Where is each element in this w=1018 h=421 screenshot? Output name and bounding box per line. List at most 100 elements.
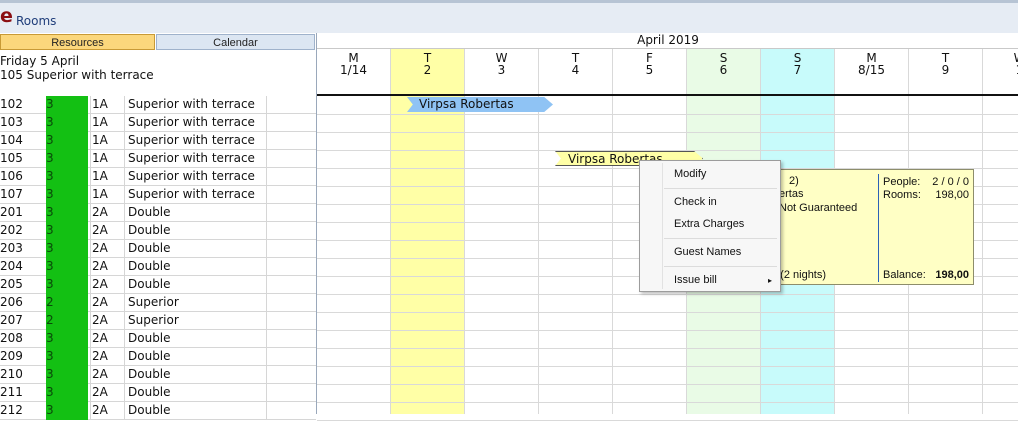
room-status: 3 bbox=[46, 168, 88, 186]
menu-separator bbox=[664, 188, 777, 189]
room-type: Double bbox=[124, 276, 267, 294]
room-row[interactable]: 207 2 2A Superior bbox=[0, 312, 316, 330]
menu-separator bbox=[664, 238, 777, 239]
room-type: Double bbox=[124, 402, 267, 420]
tab-calendar[interactable]: Calendar bbox=[156, 34, 315, 50]
room-code: 1A bbox=[90, 150, 126, 168]
menu-item-extra-charges[interactable]: Extra Charges bbox=[674, 218, 744, 230]
menu-item-guest-names[interactable]: Guest Names bbox=[674, 246, 741, 258]
room-type: Superior bbox=[124, 294, 267, 312]
room-number: 211 bbox=[0, 385, 23, 399]
day-number: 6 bbox=[719, 63, 728, 77]
room-number: 103 bbox=[0, 115, 23, 129]
room-type: Superior with terrace bbox=[124, 186, 267, 204]
room-code: 2A bbox=[90, 258, 126, 276]
room-code: 2A bbox=[90, 222, 126, 240]
menu-item-modify[interactable]: Modify bbox=[674, 168, 706, 180]
room-row[interactable]: 205 3 2A Double bbox=[0, 276, 316, 294]
day-number: 1/14 bbox=[340, 63, 367, 77]
grid-row-line bbox=[317, 132, 1018, 133]
room-code: 2A bbox=[90, 402, 126, 420]
grid-row-line bbox=[317, 312, 1018, 313]
room-row[interactable]: 210 3 2A Double bbox=[0, 366, 316, 384]
day-column[interactable]: W1 bbox=[983, 49, 1018, 414]
room-code: 1A bbox=[90, 114, 126, 132]
day-number: 5 bbox=[645, 63, 654, 77]
grid-row-line bbox=[317, 366, 1018, 367]
context-menu: Modify Check in Extra Charges Guest Name… bbox=[639, 160, 781, 292]
day-number: 3 bbox=[497, 63, 506, 77]
room-status: 3 bbox=[46, 132, 88, 150]
room-number: 107 bbox=[0, 187, 23, 201]
room-row[interactable]: 203 3 2A Double bbox=[0, 240, 316, 258]
booking-bar[interactable]: Virpsa Robertas bbox=[407, 97, 553, 112]
room-row[interactable]: 105 3 1A Superior with terrace bbox=[0, 150, 316, 168]
day-number: 1 bbox=[983, 63, 1018, 77]
tab-resources[interactable]: Resources bbox=[0, 34, 155, 50]
room-number: 201 bbox=[0, 205, 23, 219]
rooms-value: 198,00 bbox=[935, 189, 969, 201]
room-row[interactable]: 103 3 1A Superior with terrace bbox=[0, 114, 316, 132]
room-type: Double bbox=[124, 222, 267, 240]
room-type: Double bbox=[124, 258, 267, 276]
room-code: 2A bbox=[90, 384, 126, 402]
header-separator bbox=[317, 94, 1018, 96]
people-value: 2 / 0 / 0 bbox=[932, 176, 969, 188]
room-row[interactable]: 102 3 1A Superior with terrace bbox=[0, 96, 316, 114]
room-status: 3 bbox=[46, 114, 88, 132]
room-row[interactable]: 208 3 2A Double bbox=[0, 330, 316, 348]
room-row[interactable]: 204 3 2A Double bbox=[0, 258, 316, 276]
room-row[interactable]: 202 3 2A Double bbox=[0, 222, 316, 240]
window-titlebar: e Rooms bbox=[0, 0, 1018, 33]
room-code: 1A bbox=[90, 186, 126, 204]
room-type: Double bbox=[124, 204, 267, 222]
room-row[interactable]: 206 2 2A Superior bbox=[0, 294, 316, 312]
room-type: Superior bbox=[124, 312, 267, 330]
room-row[interactable]: 212 3 2A Double bbox=[0, 402, 316, 420]
room-type: Double bbox=[124, 348, 267, 366]
day-column[interactable]: M 1/14 bbox=[317, 49, 391, 414]
room-status: 3 bbox=[46, 402, 88, 420]
window-title: Rooms bbox=[16, 14, 57, 28]
room-status: 2 bbox=[46, 312, 88, 330]
booking-info-popup: 2) ertas Not Guaranteed 5 (2 nights) Peo… bbox=[771, 169, 974, 285]
room-row[interactable]: 106 3 1A Superior with terrace bbox=[0, 168, 316, 186]
room-status: 3 bbox=[46, 366, 88, 384]
menu-item-issue-bill[interactable]: Issue bill bbox=[674, 274, 717, 286]
month-header: April 2019 bbox=[317, 33, 1018, 49]
day-number: 4 bbox=[571, 63, 580, 77]
room-status: 3 bbox=[46, 258, 88, 276]
menu-separator bbox=[664, 266, 777, 267]
room-status: 3 bbox=[46, 186, 88, 204]
app-logo: e bbox=[0, 5, 13, 27]
grid-row-line bbox=[317, 294, 1018, 295]
menu-item-check-in[interactable]: Check in bbox=[674, 196, 717, 208]
room-row[interactable]: 211 3 2A Double bbox=[0, 384, 316, 402]
room-list: 102 3 1A Superior with terrace 103 3 1A Superio… bbox=[0, 96, 316, 420]
room-code: 2A bbox=[90, 294, 126, 312]
room-row[interactable]: 201 3 2A Double bbox=[0, 204, 316, 222]
popup-text: ertas bbox=[779, 188, 804, 200]
grid-row-line bbox=[317, 150, 1018, 151]
room-number: 210 bbox=[0, 367, 23, 381]
rooms-label: Rooms: bbox=[883, 189, 921, 201]
room-type: Superior with terrace bbox=[124, 114, 267, 132]
submenu-arrow-icon: ▸ bbox=[767, 276, 772, 285]
balance-label: Balance: bbox=[883, 269, 926, 281]
room-code: 2A bbox=[90, 276, 126, 294]
room-status: 3 bbox=[46, 222, 88, 240]
room-code: 2A bbox=[90, 348, 126, 366]
room-status: 2 bbox=[46, 294, 88, 312]
room-row[interactable]: 107 3 1A Superior with terrace bbox=[0, 186, 316, 204]
room-row[interactable]: 104 3 1A Superior with terrace bbox=[0, 132, 316, 150]
popup-text: Not Guaranteed bbox=[779, 202, 858, 214]
menu-gutter bbox=[662, 163, 663, 289]
room-number: 202 bbox=[0, 223, 23, 237]
room-row[interactable]: 209 3 2A Double bbox=[0, 348, 316, 366]
room-type: Double bbox=[124, 366, 267, 384]
room-status: 3 bbox=[46, 276, 88, 294]
room-number: 209 bbox=[0, 349, 23, 363]
room-number: 205 bbox=[0, 277, 23, 291]
room-type: Double bbox=[124, 240, 267, 258]
room-code: 1A bbox=[90, 168, 126, 186]
